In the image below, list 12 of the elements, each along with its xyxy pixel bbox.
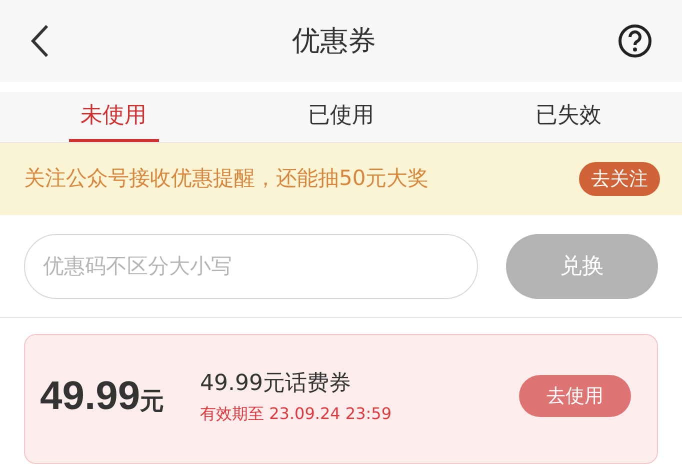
coupon-validity: 有效期至 23.09.24 23:59 xyxy=(200,402,393,424)
help-icon[interactable] xyxy=(618,24,652,58)
page-title: 优惠券 xyxy=(292,23,376,59)
notice-text: 关注公众号接收优惠提醒，还能抽50元大奖 xyxy=(24,165,429,192)
tab[interactable]: 已失效 xyxy=(523,92,614,142)
follow-button[interactable]: 去关注 xyxy=(579,162,660,196)
currency-unit: 元 xyxy=(140,386,164,417)
back-icon[interactable] xyxy=(30,24,50,58)
tab[interactable]: 已使用 xyxy=(296,92,386,142)
coupon-amount: 49.99 xyxy=(40,373,140,420)
use-coupon-button[interactable]: 去使用 xyxy=(519,375,631,417)
coupon-name: 49.99元话费券 xyxy=(200,370,352,398)
